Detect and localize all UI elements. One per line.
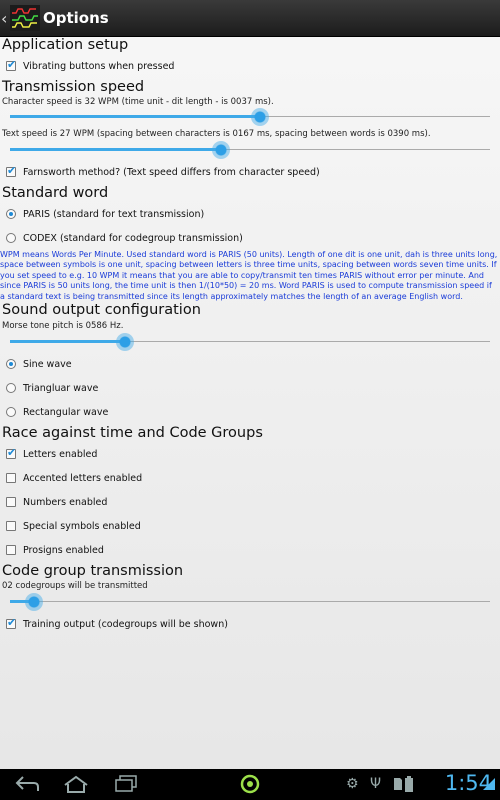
- text-speed-text: Text speed is 27 WPM (spacing between ch…: [2, 129, 431, 139]
- wave-radio-row-triangular[interactable]: Triangluar wave: [6, 378, 98, 398]
- special-symbols-checkbox-row[interactable]: Special symbols enabled: [6, 516, 141, 536]
- special-symbols-label: Special symbols enabled: [23, 520, 141, 532]
- training-output-checkbox[interactable]: [6, 616, 16, 629]
- vibrating-checkbox[interactable]: [6, 58, 16, 71]
- prosigns-label: Prosigns enabled: [23, 544, 104, 556]
- codex-radio-row[interactable]: CODEX (standard for codegroup transmissi…: [6, 228, 243, 248]
- battery-icon: [405, 776, 413, 792]
- up-caret-icon[interactable]: ‹: [1, 9, 9, 28]
- section-application-setup: Application setup: [2, 37, 129, 53]
- farnsworth-checkbox-row[interactable]: Farnsworth method? (Text speed differs f…: [6, 162, 320, 182]
- usb-icon: Ψ: [370, 776, 382, 792]
- slider-thumb[interactable]: [25, 593, 43, 611]
- paris-radio-row[interactable]: PARIS (standard for text transmission): [6, 204, 204, 224]
- rectangular-wave-label: Rectangular wave: [23, 406, 109, 418]
- numbers-checkbox[interactable]: [6, 497, 16, 507]
- wpm-info-text: WPM means Words Per Minute. Used standar…: [0, 250, 498, 301]
- home-icon[interactable]: [62, 774, 90, 794]
- codex-radio[interactable]: [6, 233, 16, 243]
- accented-letters-checkbox[interactable]: [6, 473, 16, 483]
- accented-checkbox-row[interactable]: Accented letters enabled: [6, 468, 142, 488]
- training-output-checkbox-row[interactable]: Training output (codegroups will be show…: [6, 614, 228, 634]
- triangular-wave-label: Triangluar wave: [23, 382, 99, 394]
- triangular-wave-radio[interactable]: [6, 383, 16, 393]
- sine-wave-label: Sine wave: [23, 358, 72, 370]
- back-arrow-icon[interactable]: [14, 775, 40, 793]
- accented-letters-label: Accented letters enabled: [23, 472, 143, 484]
- app-logo-icon[interactable]: [10, 5, 40, 31]
- wave-radio-row-sine[interactable]: Sine wave: [6, 354, 72, 374]
- farnsworth-label: Farnsworth method? (Text speed differs f…: [23, 166, 320, 178]
- section-race-against-time: Race against time and Code Groups: [2, 425, 263, 441]
- letters-checkbox-row[interactable]: Letters enabled: [6, 444, 97, 464]
- codegroup-slider[interactable]: [10, 592, 490, 612]
- char-speed-slider[interactable]: [10, 107, 490, 127]
- codegroup-count-text: 02 codegroups will be transmitted: [2, 581, 148, 591]
- slider-thumb[interactable]: [212, 141, 231, 159]
- pitch-text: Morse tone pitch is 0586 Hz.: [2, 321, 124, 331]
- recent-apps-icon[interactable]: [114, 775, 138, 793]
- special-symbols-checkbox[interactable]: [6, 521, 16, 531]
- text-speed-slider[interactable]: [10, 140, 490, 160]
- slider-thumb[interactable]: [116, 333, 135, 351]
- paris-label: PARIS (standard for text transmission): [23, 208, 205, 220]
- paris-radio[interactable]: [6, 209, 16, 219]
- section-standard-word: Standard word: [2, 185, 109, 201]
- vibrating-label: Vibrating buttons when pressed: [23, 60, 175, 72]
- codex-label: CODEX (standard for codegroup transmissi…: [23, 232, 243, 244]
- section-code-group: Code group transmission: [2, 563, 184, 579]
- char-speed-text: Character speed is 32 WPM (time unit - d…: [2, 97, 274, 107]
- letters-label: Letters enabled: [23, 448, 98, 460]
- wave-radio-row-rectangular[interactable]: Rectangular wave: [6, 402, 108, 422]
- numbers-checkbox-row[interactable]: Numbers enabled: [6, 492, 107, 512]
- section-transmission-speed: Transmission speed: [2, 79, 145, 95]
- vibrating-checkbox-row[interactable]: Vibrating buttons when pressed: [6, 56, 174, 76]
- system-nav-bar: ⚙ Ψ 1:54: [0, 769, 500, 800]
- prosigns-checkbox[interactable]: [6, 545, 16, 555]
- options-list[interactable]: Application setup Vibrating buttons when…: [0, 36, 500, 769]
- prosigns-checkbox-row[interactable]: Prosigns enabled: [6, 540, 104, 560]
- android-debug-icon: ⚙: [346, 776, 359, 792]
- numbers-label: Numbers enabled: [23, 496, 108, 508]
- letters-checkbox[interactable]: [6, 446, 16, 459]
- training-output-label: Training output (codegroups will be show…: [23, 618, 228, 630]
- action-bar: ‹ Options: [0, 0, 500, 37]
- section-sound-output: Sound output configuration: [2, 302, 201, 318]
- farnsworth-checkbox[interactable]: [6, 164, 16, 177]
- sine-wave-radio[interactable]: [6, 359, 16, 369]
- app-circle-icon[interactable]: [239, 773, 261, 795]
- sd-card-icon: [394, 778, 402, 790]
- signal-icon: [483, 778, 495, 790]
- slider-thumb[interactable]: [250, 108, 269, 126]
- page-title: Options: [43, 9, 109, 27]
- rectangular-wave-radio[interactable]: [6, 407, 16, 417]
- pitch-slider[interactable]: [10, 332, 490, 352]
